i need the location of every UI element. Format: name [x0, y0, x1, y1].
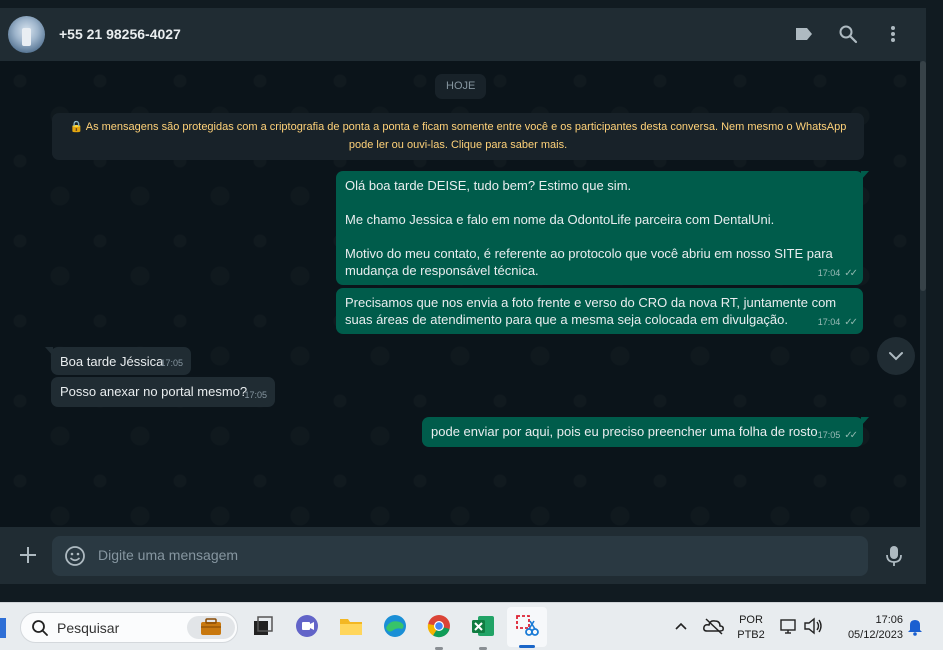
- date-chip: HOJE: [435, 74, 487, 99]
- language-line2: PTB2: [737, 629, 765, 641]
- clock-date: 05/12/2023: [847, 629, 903, 641]
- message-text: Me chamo Jessica e falo em nome da Odont…: [345, 212, 775, 227]
- message-outgoing[interactable]: pode enviar por aqui, pois eu preciso pr…: [422, 417, 869, 447]
- contact-name[interactable]: +55 21 98256-4027: [59, 26, 181, 42]
- network-icon[interactable]: [778, 613, 804, 639]
- double-check-icon: ✓✓: [844, 268, 858, 279]
- message-text: Olá boa tarde DEISE, tudo bem? Estimo qu…: [345, 178, 632, 193]
- message-time: 17:04 ✓✓: [817, 265, 858, 282]
- double-check-icon: ✓✓: [844, 317, 858, 328]
- snipping-tool-icon: [516, 615, 539, 636]
- bubble-tail: [45, 347, 53, 356]
- time-label: 17:05: [244, 390, 267, 400]
- windows-taskbar: Pesquisar POR PTB2 17:06 05/12/2023: [0, 602, 943, 650]
- time-label: 17:04: [817, 317, 841, 327]
- time-label: 17:05: [160, 358, 183, 368]
- message-text: Precisamos que nos envia a foto frente e…: [345, 295, 837, 327]
- message-incoming[interactable]: Posso anexar no portal mesmo? 17:05: [51, 377, 275, 407]
- window-right-edge: [926, 0, 943, 600]
- microphone-icon[interactable]: [883, 544, 905, 568]
- taskbar-search-label: Pesquisar: [57, 620, 120, 636]
- avatar[interactable]: [8, 16, 45, 53]
- encryption-notice[interactable]: 🔒 As mensagens são protegidas com a crip…: [52, 113, 864, 160]
- chat-header[interactable]: +55 21 98256-4027: [0, 8, 926, 61]
- attach-plus-icon[interactable]: [16, 543, 40, 567]
- edge-browser-icon[interactable]: [382, 613, 408, 639]
- volume-icon[interactable]: [802, 613, 828, 639]
- message-input[interactable]: Digite uma mensagem: [52, 536, 868, 576]
- briefcase-icon: [187, 616, 235, 639]
- taskbar-search[interactable]: Pesquisar: [20, 612, 238, 643]
- chat-scrollbar[interactable]: [920, 61, 926, 291]
- message-text: pode enviar por aqui, pois eu preciso pr…: [431, 424, 818, 439]
- message-text: Posso anexar no portal mesmo?: [60, 384, 248, 399]
- whatsapp-window: +55 21 98256-4027 HOJE 🔒 As mensagens sã…: [0, 0, 943, 650]
- message-time: 17:05 ✓✓: [817, 427, 858, 444]
- message-time: 17:05: [244, 387, 267, 404]
- time-label: 17:04: [817, 268, 841, 278]
- clock-time: 17:06: [875, 614, 903, 626]
- clock[interactable]: 17:06 05/12/2023: [833, 613, 903, 643]
- time-label: 17:05: [817, 430, 841, 440]
- window-top-edge: [0, 0, 943, 8]
- label-icon[interactable]: [792, 22, 816, 46]
- menu-icon[interactable]: [881, 22, 905, 46]
- message-text: Motivo do meu contato, é referente ao pr…: [345, 246, 833, 278]
- snipping-tool-active-indicator: [519, 645, 535, 648]
- composer: Digite uma mensagem: [0, 527, 926, 584]
- emoji-icon[interactable]: [64, 545, 86, 567]
- task-view-icon[interactable]: [250, 613, 276, 639]
- chevron-down-icon: [889, 352, 903, 361]
- excel-icon[interactable]: [470, 613, 496, 639]
- notification-bell-icon[interactable]: [905, 613, 931, 639]
- message-time: 17:04 ✓✓: [817, 314, 858, 331]
- message-outgoing[interactable]: Olá boa tarde DEISE, tudo bem? Estimo qu…: [336, 171, 869, 285]
- bubble-tail: [861, 171, 869, 180]
- language-line1: POR: [739, 614, 763, 626]
- bubble-tail: [861, 417, 869, 426]
- scroll-to-bottom-button[interactable]: [877, 337, 915, 375]
- double-check-icon: ✓✓: [844, 430, 858, 441]
- message-incoming[interactable]: Boa tarde Jéssica 17:05: [45, 347, 191, 375]
- file-explorer-icon[interactable]: [338, 613, 364, 639]
- start-button[interactable]: [0, 618, 6, 638]
- message-outgoing[interactable]: Precisamos que nos envia a foto frente e…: [336, 288, 863, 334]
- chevron-up-icon[interactable]: [672, 613, 698, 639]
- message-input-placeholder[interactable]: Digite uma mensagem: [98, 547, 238, 563]
- teams-chat-icon[interactable]: [294, 613, 320, 639]
- message-list[interactable]: HOJE 🔒 As mensagens são protegidas com a…: [0, 61, 920, 527]
- window-bottom-edge: [0, 584, 943, 602]
- search-icon[interactable]: [836, 22, 860, 46]
- cloud-offline-icon[interactable]: [701, 613, 727, 639]
- snipping-tool-button-active[interactable]: [507, 607, 547, 648]
- chrome-icon[interactable]: [426, 613, 452, 639]
- language-indicator[interactable]: POR PTB2: [735, 613, 767, 643]
- search-icon: [31, 619, 49, 637]
- message-time: 17:05: [160, 355, 183, 372]
